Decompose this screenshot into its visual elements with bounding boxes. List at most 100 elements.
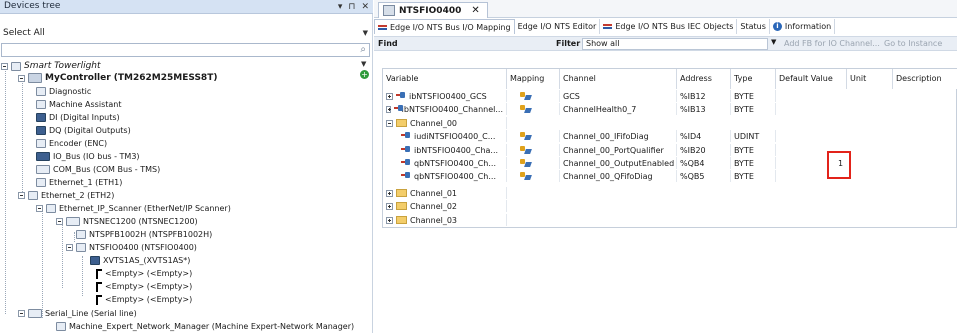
table-row[interactable]: ibNTSFIO0400_Cha... Channel_00_PortQuali… [383, 144, 957, 156]
towerlight-icon [90, 255, 100, 265]
output-variable-icon [401, 159, 411, 167]
chevron-down-icon[interactable]: ▼ [361, 60, 366, 68]
tree-node-ntsnec1200[interactable]: NTSNEC1200 (NTSNEC1200) [56, 215, 198, 227]
tab-nts-editor[interactable]: Edge I/O NTS Editor [515, 19, 601, 34]
expand-toggle[interactable] [386, 202, 393, 210]
tree-node-ethernet-2[interactable]: Ethernet_2 (ETH2) [18, 189, 114, 201]
address-cell: %QB5 [677, 170, 731, 182]
tree-node-network-manager[interactable]: Machine_Expert_Network_Manager (Machine … [56, 320, 354, 332]
tree-search-input[interactable]: ⌕ [1, 43, 370, 57]
ethernet-icon [36, 177, 46, 187]
tree-node-ethernet-1[interactable]: Ethernet_1 (ETH1) [36, 176, 122, 188]
module-icon [66, 216, 80, 226]
column-header-description[interactable]: Description [893, 69, 957, 89]
tree-node-dq[interactable]: DQ (Digital Outputs) [36, 124, 131, 136]
tree-node-encoder[interactable]: Encoder (ENC) [36, 137, 107, 149]
tree-node-label: Smart Towerlight [24, 61, 101, 71]
table-row[interactable]: qbNTSFIO0400_Ch... Channel_00_QFifoDiag … [383, 170, 957, 182]
find-label[interactable]: Find [378, 39, 398, 48]
table-row[interactable]: iudiNTSFIO0400_C... Channel_00_IFifoDiag… [383, 130, 957, 142]
channel-cell: GCS [560, 90, 677, 102]
document-tab[interactable]: NTSFIO0400 ✕ [378, 2, 488, 18]
pane-menu-icon[interactable]: ▾ [338, 0, 343, 14]
tree-node-empty-2[interactable]: <Empty> (<Empty>) [96, 280, 192, 292]
mapping-icon [520, 92, 532, 101]
tree-node-ntsfio0400[interactable]: NTSFIO0400 (NTSFIO0400) [66, 241, 197, 253]
table-row[interactable]: Channel_00 [383, 117, 957, 129]
tree-node-label: DI (Digital Inputs) [49, 112, 120, 122]
close-pane-icon[interactable]: ✕ [361, 0, 369, 14]
add-fb-button[interactable]: Add FB for IO Channel... [784, 39, 880, 48]
chevron-down-icon[interactable]: ▼ [771, 38, 776, 46]
collapse-toggle[interactable] [18, 309, 25, 317]
add-device-icon[interactable]: + [360, 70, 369, 79]
tree-filter-select[interactable]: Select All ▼ [0, 27, 373, 40]
folder-icon [396, 216, 407, 224]
column-header-channel[interactable]: Channel [560, 69, 677, 89]
collapse-toggle[interactable] [66, 243, 73, 251]
expand-toggle[interactable] [386, 105, 391, 113]
tree-node-machine-assistant[interactable]: Machine Assistant [36, 98, 121, 110]
tree-node-label: <Empty> (<Empty>) [105, 294, 193, 304]
table-row[interactable]: Channel_03 [383, 214, 957, 226]
tree-node-empty-1[interactable]: <Empty> (<Empty>) [96, 267, 192, 279]
search-icon[interactable]: ⌕ [360, 44, 366, 55]
tree-node-root[interactable]: Smart Towerlight [1, 60, 101, 72]
filter-select[interactable]: Show all [582, 38, 768, 50]
tab-status[interactable]: Status [737, 19, 770, 34]
channel-cell: Channel_00_IFifoDiag [560, 130, 677, 142]
document-tab-strip: NTSFIO0400 ✕ [374, 0, 957, 18]
tree-node-serial-line[interactable]: Serial_Line (Serial line) [18, 307, 137, 319]
collapse-toggle[interactable] [1, 62, 8, 70]
collapse-toggle[interactable] [18, 74, 25, 82]
tree-node-ethernet-ip-scanner[interactable]: Ethernet_IP_Scanner (EtherNet/IP Scanner… [36, 202, 231, 214]
column-header-address[interactable]: Address [677, 69, 731, 89]
tree-node-di[interactable]: DI (Digital Inputs) [36, 111, 120, 123]
tree-node-xvts1as[interactable]: XVTS1AS_(XVTS1AS*) [90, 254, 190, 266]
table-row[interactable]: Channel_02 [383, 200, 957, 212]
tree-node-io-bus[interactable]: IO_Bus (IO bus - TM3) [36, 150, 140, 162]
serial-line-icon [28, 308, 42, 318]
empty-slot-icon [96, 295, 102, 305]
tab-information[interactable]: i Information [770, 19, 836, 34]
mapping-icon [520, 132, 532, 141]
table-row[interactable]: ibNTSFIO0400_Channel... ChannelHealth0_7… [383, 103, 957, 115]
expand-toggle[interactable] [386, 216, 393, 224]
tree-node-label: XVTS1AS_(XVTS1AS*) [103, 255, 191, 265]
variable-cell: ibNTSFIO0400_Cha... [414, 145, 499, 155]
filter-label: Filter [556, 39, 581, 48]
table-row[interactable]: ibNTSFIO0400_GCS GCS %IB12 BYTE [383, 90, 957, 102]
column-header-mapping[interactable]: Mapping [507, 69, 560, 89]
io-mapping-table: Variable Mapping Channel Address Type De… [382, 68, 957, 228]
collapse-toggle[interactable] [18, 191, 25, 199]
expand-toggle[interactable] [386, 189, 393, 197]
tab-iec-objects[interactable]: Edge I/O NTS Bus IEC Objects [600, 19, 738, 34]
column-header-unit[interactable]: Unit [847, 69, 893, 89]
tree-node-controller[interactable]: MyController (TM262M25MESS8T) [18, 72, 217, 84]
collapse-toggle[interactable] [56, 217, 63, 225]
tree-node-com-bus[interactable]: COM_Bus (COM Bus - TMS) [36, 163, 160, 175]
go-to-instance-button[interactable]: Go to Instance [884, 39, 942, 48]
variable-cell: qbNTSFIO0400_Ch... [414, 158, 497, 168]
tab-label: Information [784, 22, 832, 31]
tree-node-diagnostic[interactable]: Diagnostic [36, 85, 91, 97]
collapse-toggle[interactable] [386, 119, 393, 127]
column-header-variable[interactable]: Variable [383, 69, 507, 89]
tab-io-mapping[interactable]: Edge I/O NTS Bus I/O Mapping [374, 19, 515, 34]
table-row[interactable]: qbNTSFIO0400_Ch... Channel_00_OutputEnab… [383, 157, 957, 169]
tree-node-ntspfb1002h[interactable]: NTSPFB1002H (NTSPFB1002H) [76, 228, 212, 240]
column-header-default-value[interactable]: Default Value [776, 69, 847, 89]
pin-icon[interactable]: ⊓ [348, 0, 355, 14]
tree-node-empty-3[interactable]: <Empty> (<Empty>) [96, 293, 192, 305]
device-tree: Smart Towerlight MyController (TM262M25M… [0, 60, 372, 333]
close-icon[interactable]: ✕ [471, 5, 479, 16]
column-header-type[interactable]: Type [731, 69, 776, 89]
highlighted-default-value[interactable]: 1 [827, 151, 851, 179]
devices-tree-header: Devices tree ▾ ⊓ ✕ [0, 0, 373, 14]
collapse-toggle[interactable] [36, 204, 43, 212]
mapping-toolbar: Find Filter Show all ▼ Add FB for IO Cha… [374, 36, 957, 51]
empty-slot-icon [96, 282, 102, 292]
expand-toggle[interactable] [386, 92, 393, 100]
variable-cell: Channel_00 [410, 118, 458, 128]
table-row[interactable]: Channel_01 [383, 187, 957, 199]
